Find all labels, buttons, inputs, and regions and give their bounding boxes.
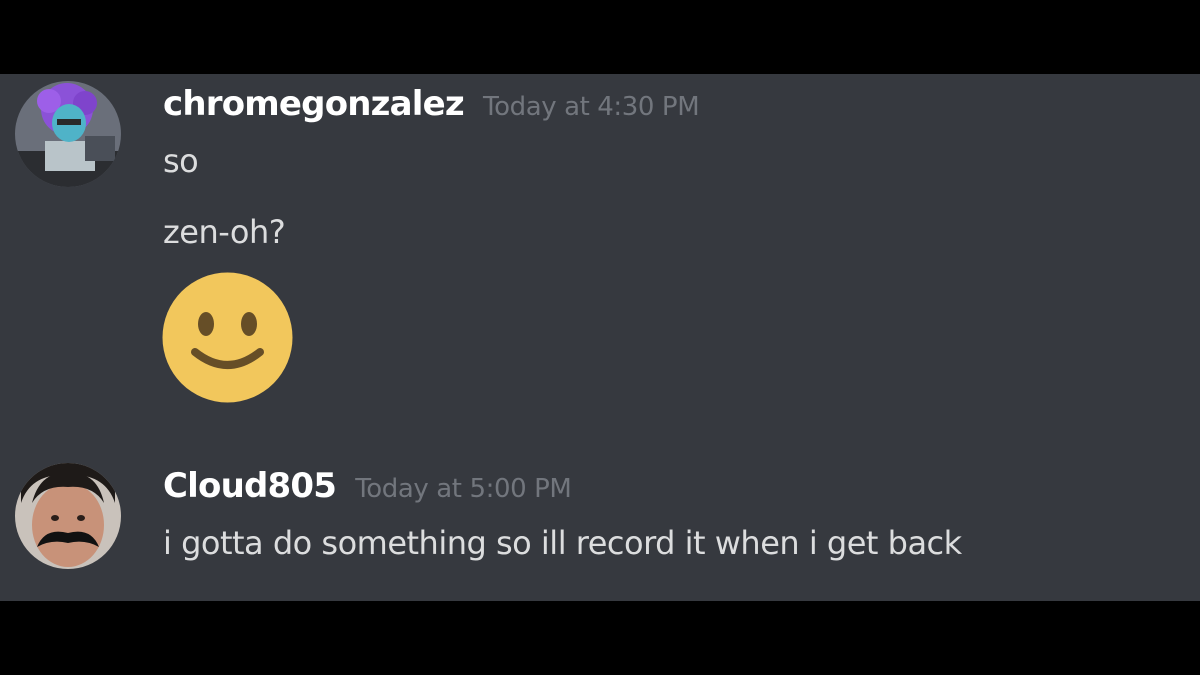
message-header: Cloud805 Today at 5:00 PM <box>163 466 572 506</box>
message-text: i gotta do something so ill record it wh… <box>163 524 962 562</box>
avatar[interactable] <box>15 81 121 187</box>
username[interactable]: chromegonzalez <box>163 84 465 124</box>
username[interactable]: Cloud805 <box>163 466 337 506</box>
message-group: chromegonzalez Today at 4:30 PM so zen-o… <box>0 74 1200 414</box>
slightly-smiling-face-icon <box>162 272 293 403</box>
user-avatar-icon <box>15 81 121 187</box>
message-text: so <box>163 142 199 180</box>
avatar[interactable] <box>15 463 121 569</box>
letterbox-bottom <box>0 601 1200 675</box>
message-text: zen-oh? <box>163 213 286 251</box>
letterbox-top <box>0 0 1200 74</box>
user-avatar-icon <box>15 463 121 569</box>
message-header: chromegonzalez Today at 4:30 PM <box>163 84 700 124</box>
chat-messages-area: chromegonzalez Today at 4:30 PM so zen-o… <box>0 74 1200 601</box>
timestamp: Today at 4:30 PM <box>483 92 700 122</box>
timestamp: Today at 5:00 PM <box>355 474 572 504</box>
